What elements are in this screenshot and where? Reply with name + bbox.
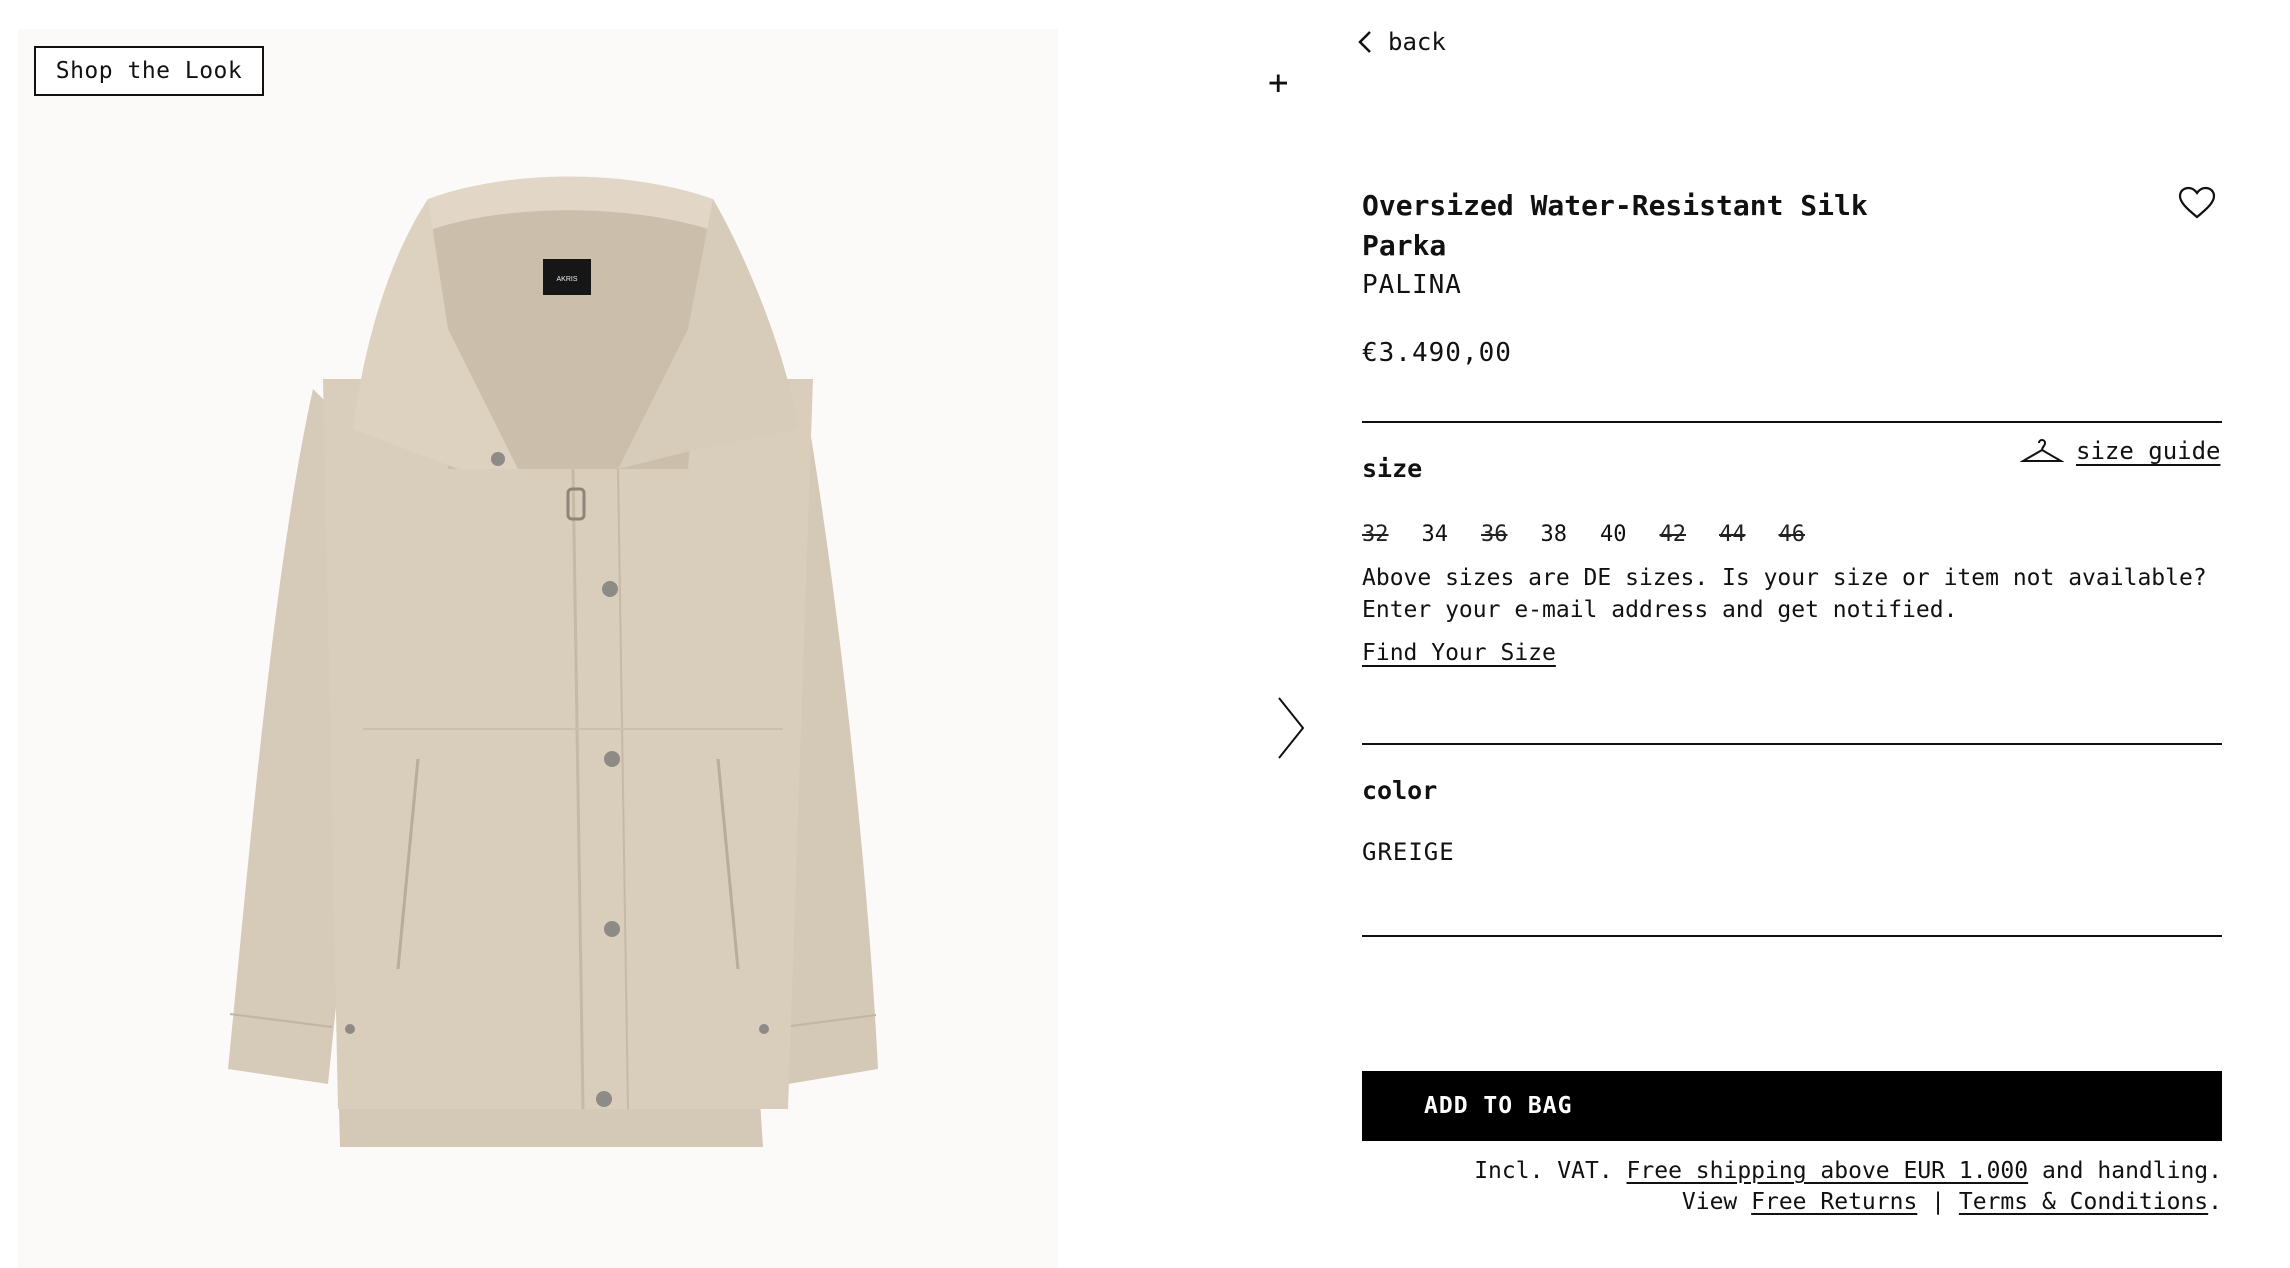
- divider: [1362, 743, 2222, 745]
- hanger-icon: [2020, 439, 2064, 462]
- size-options: 32 34 36 38 40 42 44 46: [1362, 522, 1805, 547]
- size-guide-link[interactable]: size guide: [2020, 437, 2221, 465]
- svg-text:AKRIS: AKRIS: [556, 276, 577, 283]
- shipping-returns-note: Incl. VAT. Free shipping above EUR 1.000…: [1362, 1156, 2222, 1218]
- vat-text: Incl. VAT.: [1474, 1158, 1613, 1184]
- divider: [1362, 421, 2222, 423]
- terms-conditions-link[interactable]: Terms & Conditions: [1959, 1189, 2208, 1215]
- size-guide-label: size guide: [2076, 437, 2221, 465]
- handling-text: and handling.: [2041, 1158, 2222, 1184]
- chevron-left-icon: [1358, 31, 1371, 53]
- free-returns-link[interactable]: Free Returns: [1751, 1189, 1917, 1215]
- free-shipping-link[interactable]: Free shipping above EUR 1.000: [1627, 1158, 2029, 1184]
- size-option-44[interactable]: 44: [1719, 522, 1746, 547]
- shipping-line: Incl. VAT. Free shipping above EUR 1.000…: [1362, 1156, 2222, 1187]
- plus-icon[interactable]: +: [1268, 66, 1288, 100]
- heart-icon[interactable]: [2178, 186, 2216, 220]
- product-style-name: PALINA: [1362, 270, 1462, 300]
- returns-line: View Free Returns | Terms & Conditions.: [1362, 1187, 2222, 1218]
- product-image-gallery: AKRIS: [18, 29, 1058, 1268]
- link-separator: |: [1931, 1189, 1946, 1215]
- size-option-34[interactable]: 34: [1422, 522, 1449, 547]
- size-option-32[interactable]: 32: [1362, 522, 1389, 547]
- size-section-label: size: [1362, 454, 1423, 483]
- divider: [1362, 935, 2222, 937]
- back-link[interactable]: back: [1358, 28, 1446, 56]
- size-option-38[interactable]: 38: [1541, 522, 1568, 547]
- find-your-size-link[interactable]: Find Your Size: [1362, 640, 1556, 666]
- color-value: GREIGE: [1362, 838, 1455, 866]
- chevron-right-icon[interactable]: [1276, 696, 1306, 760]
- size-availability-note: Above sizes are DE sizes. Is your size o…: [1362, 565, 2207, 623]
- size-option-40[interactable]: 40: [1600, 522, 1627, 547]
- view-text: View: [1681, 1189, 1738, 1215]
- shop-the-look-button[interactable]: Shop the Look: [34, 46, 264, 96]
- size-option-42[interactable]: 42: [1660, 522, 1687, 547]
- product-title: Oversized Water-Resistant Silk Parka: [1362, 189, 1868, 262]
- product-image[interactable]: AKRIS: [188, 169, 948, 1169]
- size-option-36[interactable]: 36: [1481, 522, 1508, 547]
- color-section-label: color: [1362, 776, 1438, 805]
- add-to-bag-button[interactable]: ADD TO BAG: [1362, 1071, 2222, 1141]
- size-option-46[interactable]: 46: [1779, 522, 1806, 547]
- product-price: €3.490,00: [1362, 338, 1512, 368]
- back-label: back: [1388, 28, 1446, 56]
- period-text: .: [2208, 1189, 2222, 1215]
